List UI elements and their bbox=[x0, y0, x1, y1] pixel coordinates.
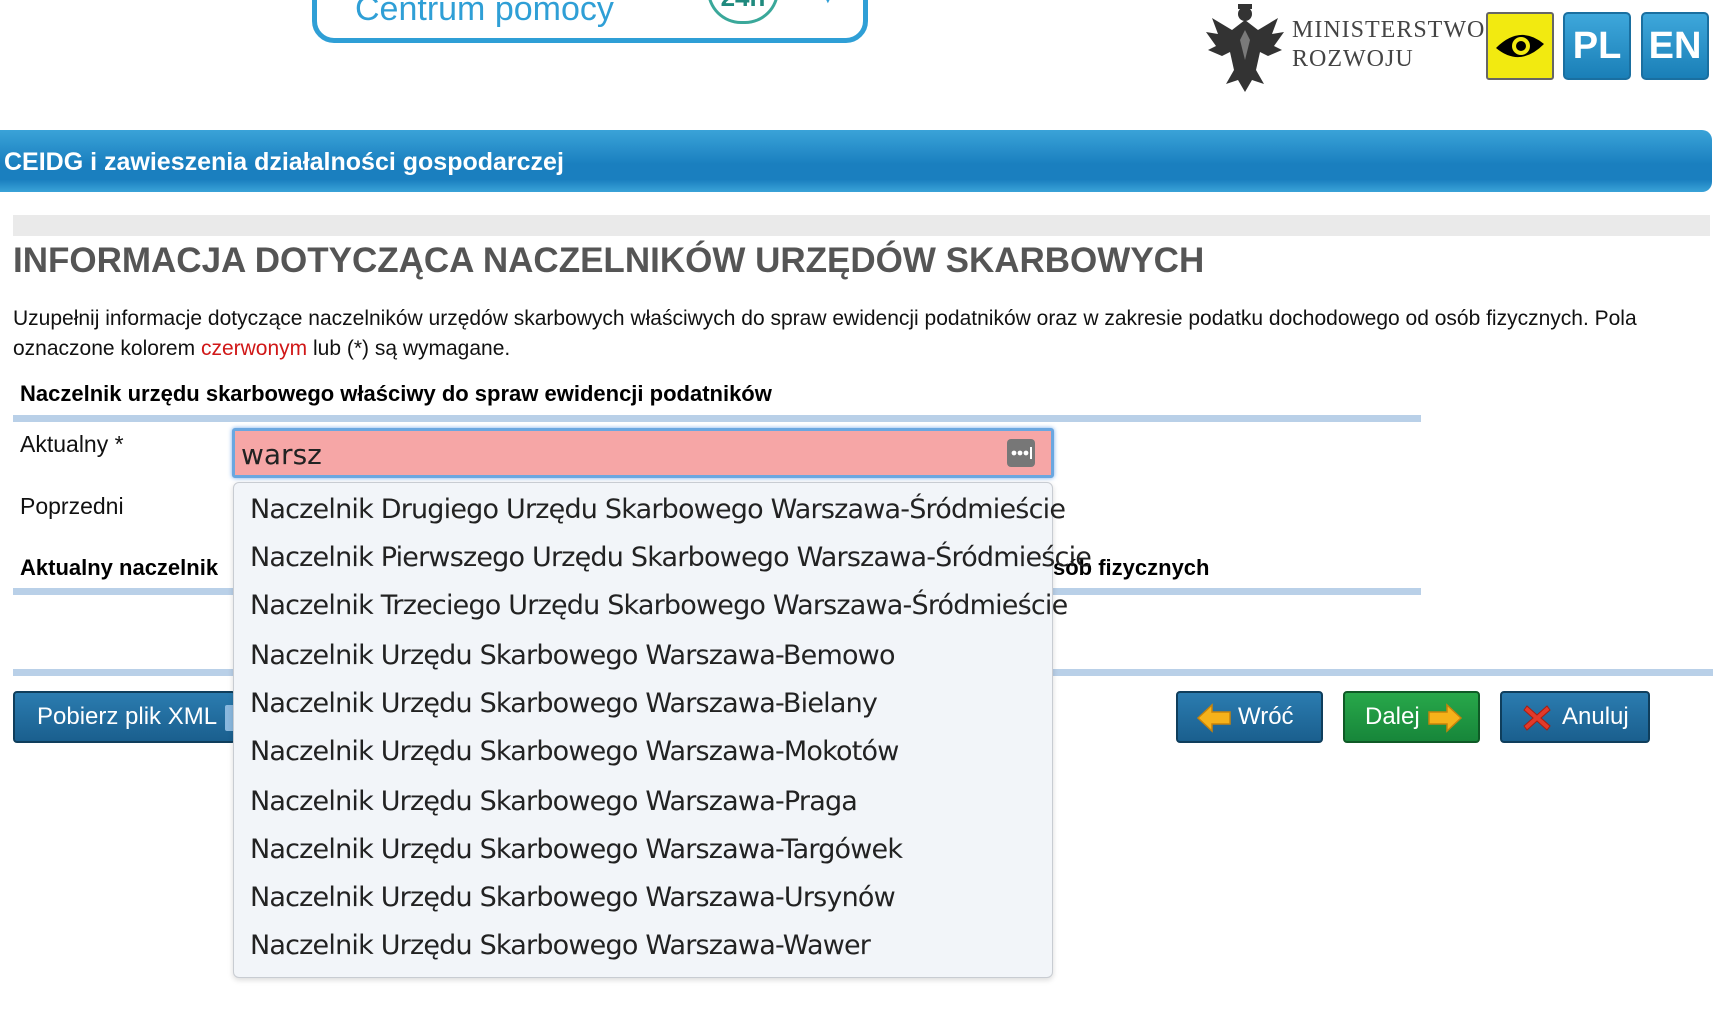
chevron-down-icon: ▼ bbox=[817, 0, 839, 7]
download-xml-button[interactable]: Pobierz plik XML bbox=[13, 691, 239, 743]
ministry-name-line2: ROZWOJU bbox=[1292, 46, 1414, 72]
dropdown-option[interactable]: Naczelnik Urzędu Skarbowego Warszawa-Bem… bbox=[250, 639, 895, 673]
back-button[interactable]: Wróć bbox=[1176, 691, 1323, 743]
service-title-bar: CEIDG i zawieszenia działalności gospoda… bbox=[0, 130, 1712, 192]
eye-accessibility-icon bbox=[1496, 34, 1544, 58]
current-office-combobox[interactable] bbox=[232, 428, 1054, 478]
dropdown-option[interactable]: Naczelnik Urzędu Skarbowego Warszawa-Waw… bbox=[250, 929, 871, 963]
page-title: INFORMACJA DOTYCZĄCA NACZELNIKÓW URZĘDÓW… bbox=[13, 241, 1205, 280]
intro-red-word: czerwonym bbox=[200, 337, 308, 360]
help-24h-badge: 24h bbox=[707, 0, 779, 24]
cancel-label: Anuluj bbox=[1562, 703, 1629, 730]
section-heading-income-tax-office: Aktualny naczelnik bbox=[20, 555, 219, 580]
section-separator bbox=[13, 415, 1421, 422]
dropdown-option[interactable]: Naczelnik Urzędu Skarbowego Warszawa-Tar… bbox=[250, 833, 903, 867]
next-button[interactable]: Dalej bbox=[1343, 691, 1480, 743]
service-title: CEIDG i zawieszenia działalności gospoda… bbox=[4, 148, 564, 176]
office-suggestions-dropdown: Naczelnik Drugiego Urzędu Skarbowego War… bbox=[233, 482, 1092, 978]
dropdown-option[interactable]: Naczelnik Pierwszego Urzędu Skarbowego W… bbox=[250, 541, 1092, 575]
next-label: Dalej bbox=[1365, 703, 1420, 730]
back-label: Wróć bbox=[1238, 703, 1294, 730]
more-options-icon[interactable] bbox=[1007, 439, 1035, 467]
dropdown-option[interactable]: Naczelnik Urzędu Skarbowego Warszawa-Mok… bbox=[250, 735, 899, 769]
eagle-emblem-icon bbox=[1206, 4, 1284, 92]
dropdown-option[interactable]: Naczelnik Urzędu Skarbowego Warszawa-Pra… bbox=[250, 785, 858, 819]
cancel-button[interactable]: Anuluj bbox=[1500, 691, 1650, 743]
section-heading-registration-office: Naczelnik urzędu skarbowego właściwy do … bbox=[20, 381, 772, 406]
ministry-logo[interactable]: MINISTERSTWO ROZWOJU bbox=[1200, 0, 1484, 94]
dropdown-option[interactable]: Naczelnik Urzędu Skarbowego Warszawa-Urs… bbox=[250, 881, 896, 915]
arrow-left-icon bbox=[1196, 703, 1231, 733]
intro-text-end: lub (*) są wymagane. bbox=[307, 337, 511, 360]
current-office-label: Aktualny * bbox=[20, 431, 124, 457]
language-en-button[interactable]: EN bbox=[1641, 12, 1709, 80]
dropdown-option[interactable]: Naczelnik Trzeciego Urzędu Skarbowego Wa… bbox=[250, 589, 1068, 623]
language-pl-button[interactable]: PL bbox=[1563, 12, 1631, 80]
dropdown-option[interactable]: Naczelnik Urzędu Skarbowego Warszawa-Bie… bbox=[250, 687, 878, 721]
previous-office-label: Poprzedni bbox=[20, 493, 124, 519]
ministry-name-line1: MINISTERSTWO bbox=[1292, 17, 1486, 43]
divider bbox=[13, 215, 1710, 236]
intro-text: Uzupełnij informacje dotyczące naczelnik… bbox=[13, 304, 1713, 364]
dropdown-option[interactable]: Naczelnik Drugiego Urzędu Skarbowego War… bbox=[250, 493, 1066, 527]
arrow-right-icon bbox=[1428, 703, 1463, 733]
cancel-x-icon bbox=[1523, 705, 1551, 731]
help-center-label: Centrum pomocy bbox=[355, 0, 614, 28]
help-center-button[interactable]: Centrum pomocy 24h ▼ bbox=[312, 0, 868, 43]
download-xml-label: Pobierz plik XML bbox=[37, 703, 218, 730]
accessibility-contrast-button[interactable] bbox=[1486, 12, 1554, 80]
current-office-input[interactable] bbox=[241, 437, 981, 471]
